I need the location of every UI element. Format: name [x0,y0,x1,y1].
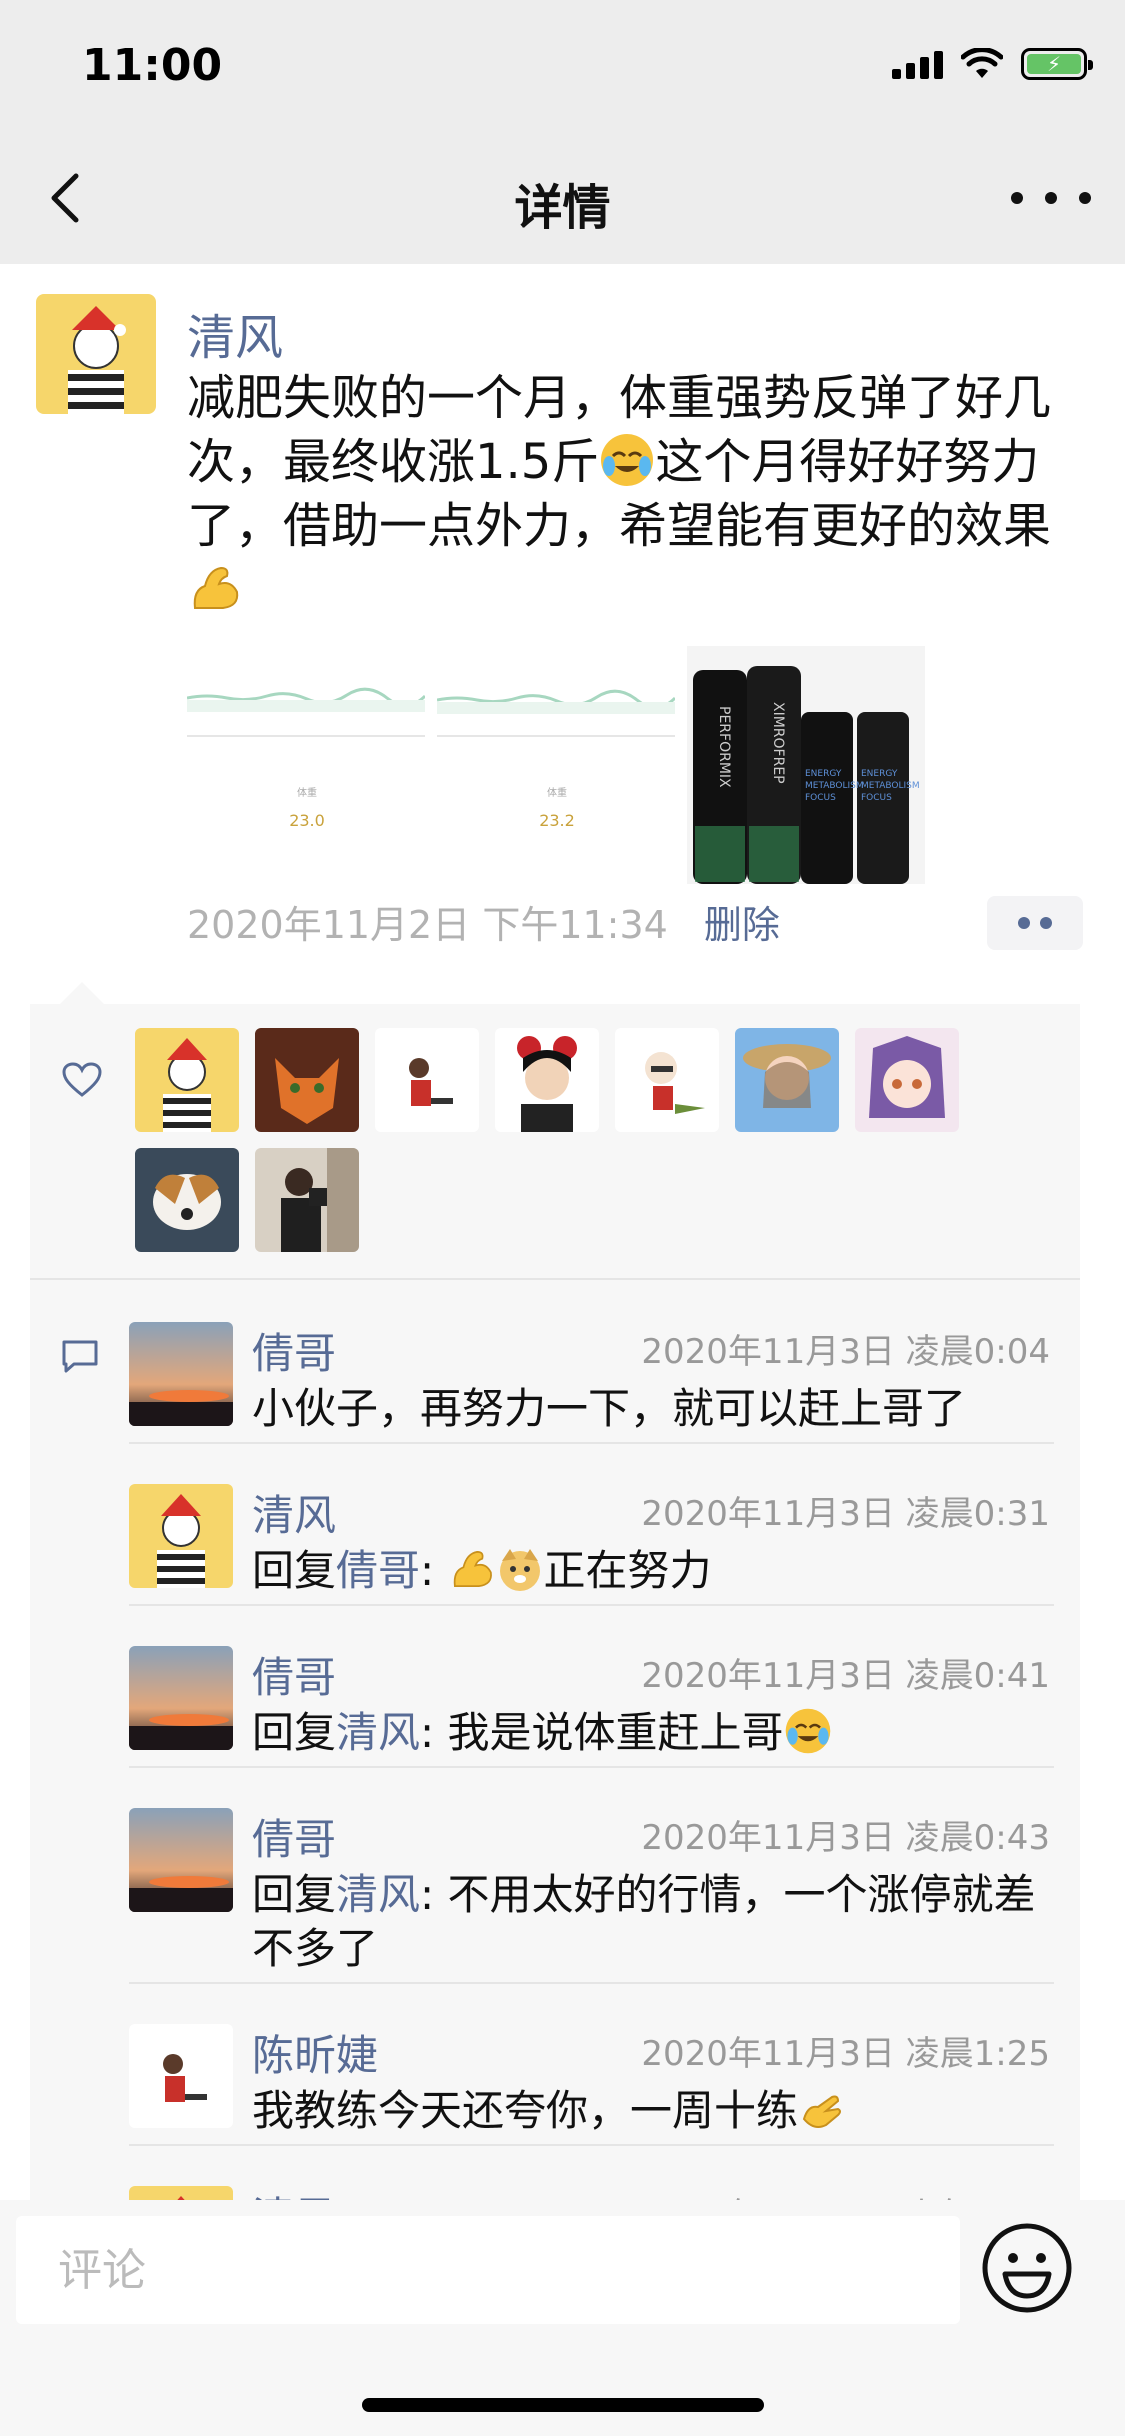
like-avatar[interactable] [615,1028,719,1132]
like-avatar[interactable] [855,1028,959,1132]
crying-laughing-emoji-icon [601,434,654,486]
comment-icon [62,1340,98,1373]
post-images: 体重 23.0 体重 23.2 PERFORMIX XIMROFREP ENER… [187,646,925,884]
more-options-button[interactable] [1011,180,1091,216]
svg-text:XIMROFREP: XIMROFREP [770,702,786,784]
comment-time: 2020年11月3日 凌晨0:04 [641,1332,1050,1372]
comment-text: 我教练今天还夸你，一周十练 [252,2084,1052,2138]
product-brand-text: PERFORMIX [716,706,732,788]
status-time: 11:00 [82,40,223,91]
comment-item[interactable]: 清风 2020年11月3日 凌晨0:31 回复倩哥: 正在努力 [129,1444,1054,1606]
author-avatar[interactable] [36,294,156,414]
page-title: 详情 [514,180,611,236]
post-text: 减肥失败的一个月，体重强势反弹了好几次，最终收涨1.5斤 这个月得好好努力了，借助… [187,366,1077,622]
comment-text: 回复清风: 不用太好的行情，一个涨停就差不多了 [252,1870,1036,1973]
delete-link[interactable]: 删除 [704,894,780,949]
commenter-avatar[interactable] [129,1646,233,1750]
svg-text:ENERGY: ENERGY [805,769,842,779]
comment-time: 2020年11月3日 凌晨1:25 [641,2034,1050,2074]
commenter-avatar[interactable] [129,1808,233,1912]
ok-hand-emoji-icon [802,2095,842,2128]
like-avatar[interactable] [735,1028,839,1132]
post-image-1[interactable]: 体重 23.0 [187,646,425,884]
svg-text:ENERGY: ENERGY [861,769,898,779]
comment-time: 2020年11月3日 凌晨0:43 [641,1818,1050,1858]
comment-item[interactable]: 倩哥 2020年11月3日 凌晨0:43 回复清风: 不用太好的行情，一个涨停就… [129,1768,1054,1984]
image-2-value: 23.2 [539,811,575,830]
image-1-value: 23.0 [289,811,325,830]
commenter-name[interactable]: 陈昕婕 [252,2022,378,2083]
svg-text:FOCUS: FOCUS [805,793,836,803]
comment-text: 回复倩哥: 正在努力 [252,1546,712,1595]
like-avatar[interactable] [255,1148,359,1252]
heart-icon [62,1062,102,1097]
post-image-3[interactable]: PERFORMIX XIMROFREP ENERGY METABOLISM FO… [687,646,925,884]
commenter-name[interactable]: 清风 [252,1482,336,1543]
commenter-name[interactable]: 倩哥 [252,1806,336,1867]
doge-emoji-icon [499,1549,540,1591]
likes-section [30,1004,1080,1280]
svg-text:METABOLISM: METABOLISM [805,781,864,791]
reply-to-name[interactable]: 清风 [336,1708,420,1757]
svg-text:METABOLISM: METABOLISM [861,781,920,791]
commenter-avatar[interactable] [129,2024,233,2128]
commenter-avatar[interactable] [129,1322,233,1426]
like-avatar-grid [135,1028,995,1252]
home-indicator [362,2398,764,2412]
like-avatar[interactable] [375,1028,479,1132]
commenter-avatar[interactable] [129,1484,233,1588]
like-avatar[interactable] [255,1028,359,1132]
comment-time: 2020年11月3日 凌晨0:31 [641,1494,1050,1534]
like-avatar[interactable] [495,1028,599,1132]
comment-time: 2020年11月3日 凌晨0:41 [641,1656,1050,1696]
commenter-name[interactable]: 倩哥 [252,1644,336,1705]
comment-input[interactable] [16,2216,960,2324]
comment-item[interactable]: 倩哥 2020年11月3日 凌晨0:41 回复清风: 我是说体重赶上哥 [129,1606,1054,1768]
status-icons: ⚡ [892,48,1093,80]
post-timestamp: 2020年11月2日 下午11:34 [187,903,668,947]
comment-composer [0,2200,1125,2436]
like-avatar[interactable] [135,1028,239,1132]
comment-item[interactable]: 陈昕婕 2020年11月3日 凌晨1:25 我教练今天还夸你，一周十练 [129,1984,1054,2146]
svg-text:体重: 体重 [547,786,567,799]
like-comment-action-button[interactable] [987,896,1083,950]
svg-text:体重: 体重 [297,786,317,799]
post-meta: 2020年11月2日 下午11:34 删除 [187,894,780,949]
cellular-signal-icon [892,49,943,79]
comment-item[interactable]: 倩哥 2020年11月3日 凌晨0:04 小伙子，再努力一下，就可以赶上哥了 [129,1282,1054,1444]
post-image-2[interactable]: 体重 23.2 [437,646,675,884]
interactions-panel: 倩哥 2020年11月3日 凌晨0:04 小伙子，再努力一下，就可以赶上哥了 清… [30,982,1080,2290]
emoji-button-icon[interactable] [981,2222,1073,2314]
reply-to-name[interactable]: 清风 [336,1870,420,1919]
comment-text: 小伙子，再努力一下，就可以赶上哥了 [252,1384,967,1433]
like-avatar[interactable] [135,1148,239,1252]
svg-text:FOCUS: FOCUS [861,793,892,803]
crying-laughing-emoji-icon [785,1708,830,1754]
flexed-biceps-emoji-icon [453,1550,492,1587]
navigation-bar: 详情 [0,132,1125,264]
author-name[interactable]: 清风 [187,298,283,368]
flexed-biceps-emoji-icon [193,566,239,609]
status-bar: 11:00 ⚡ [0,0,1125,132]
comment-text: 回复清风: 我是说体重赶上哥 [252,1706,1052,1760]
reply-to-name[interactable]: 倩哥 [336,1546,420,1595]
battery-icon: ⚡ [1021,48,1093,80]
commenter-name[interactable]: 倩哥 [252,1320,336,1381]
wifi-icon [961,48,1003,78]
